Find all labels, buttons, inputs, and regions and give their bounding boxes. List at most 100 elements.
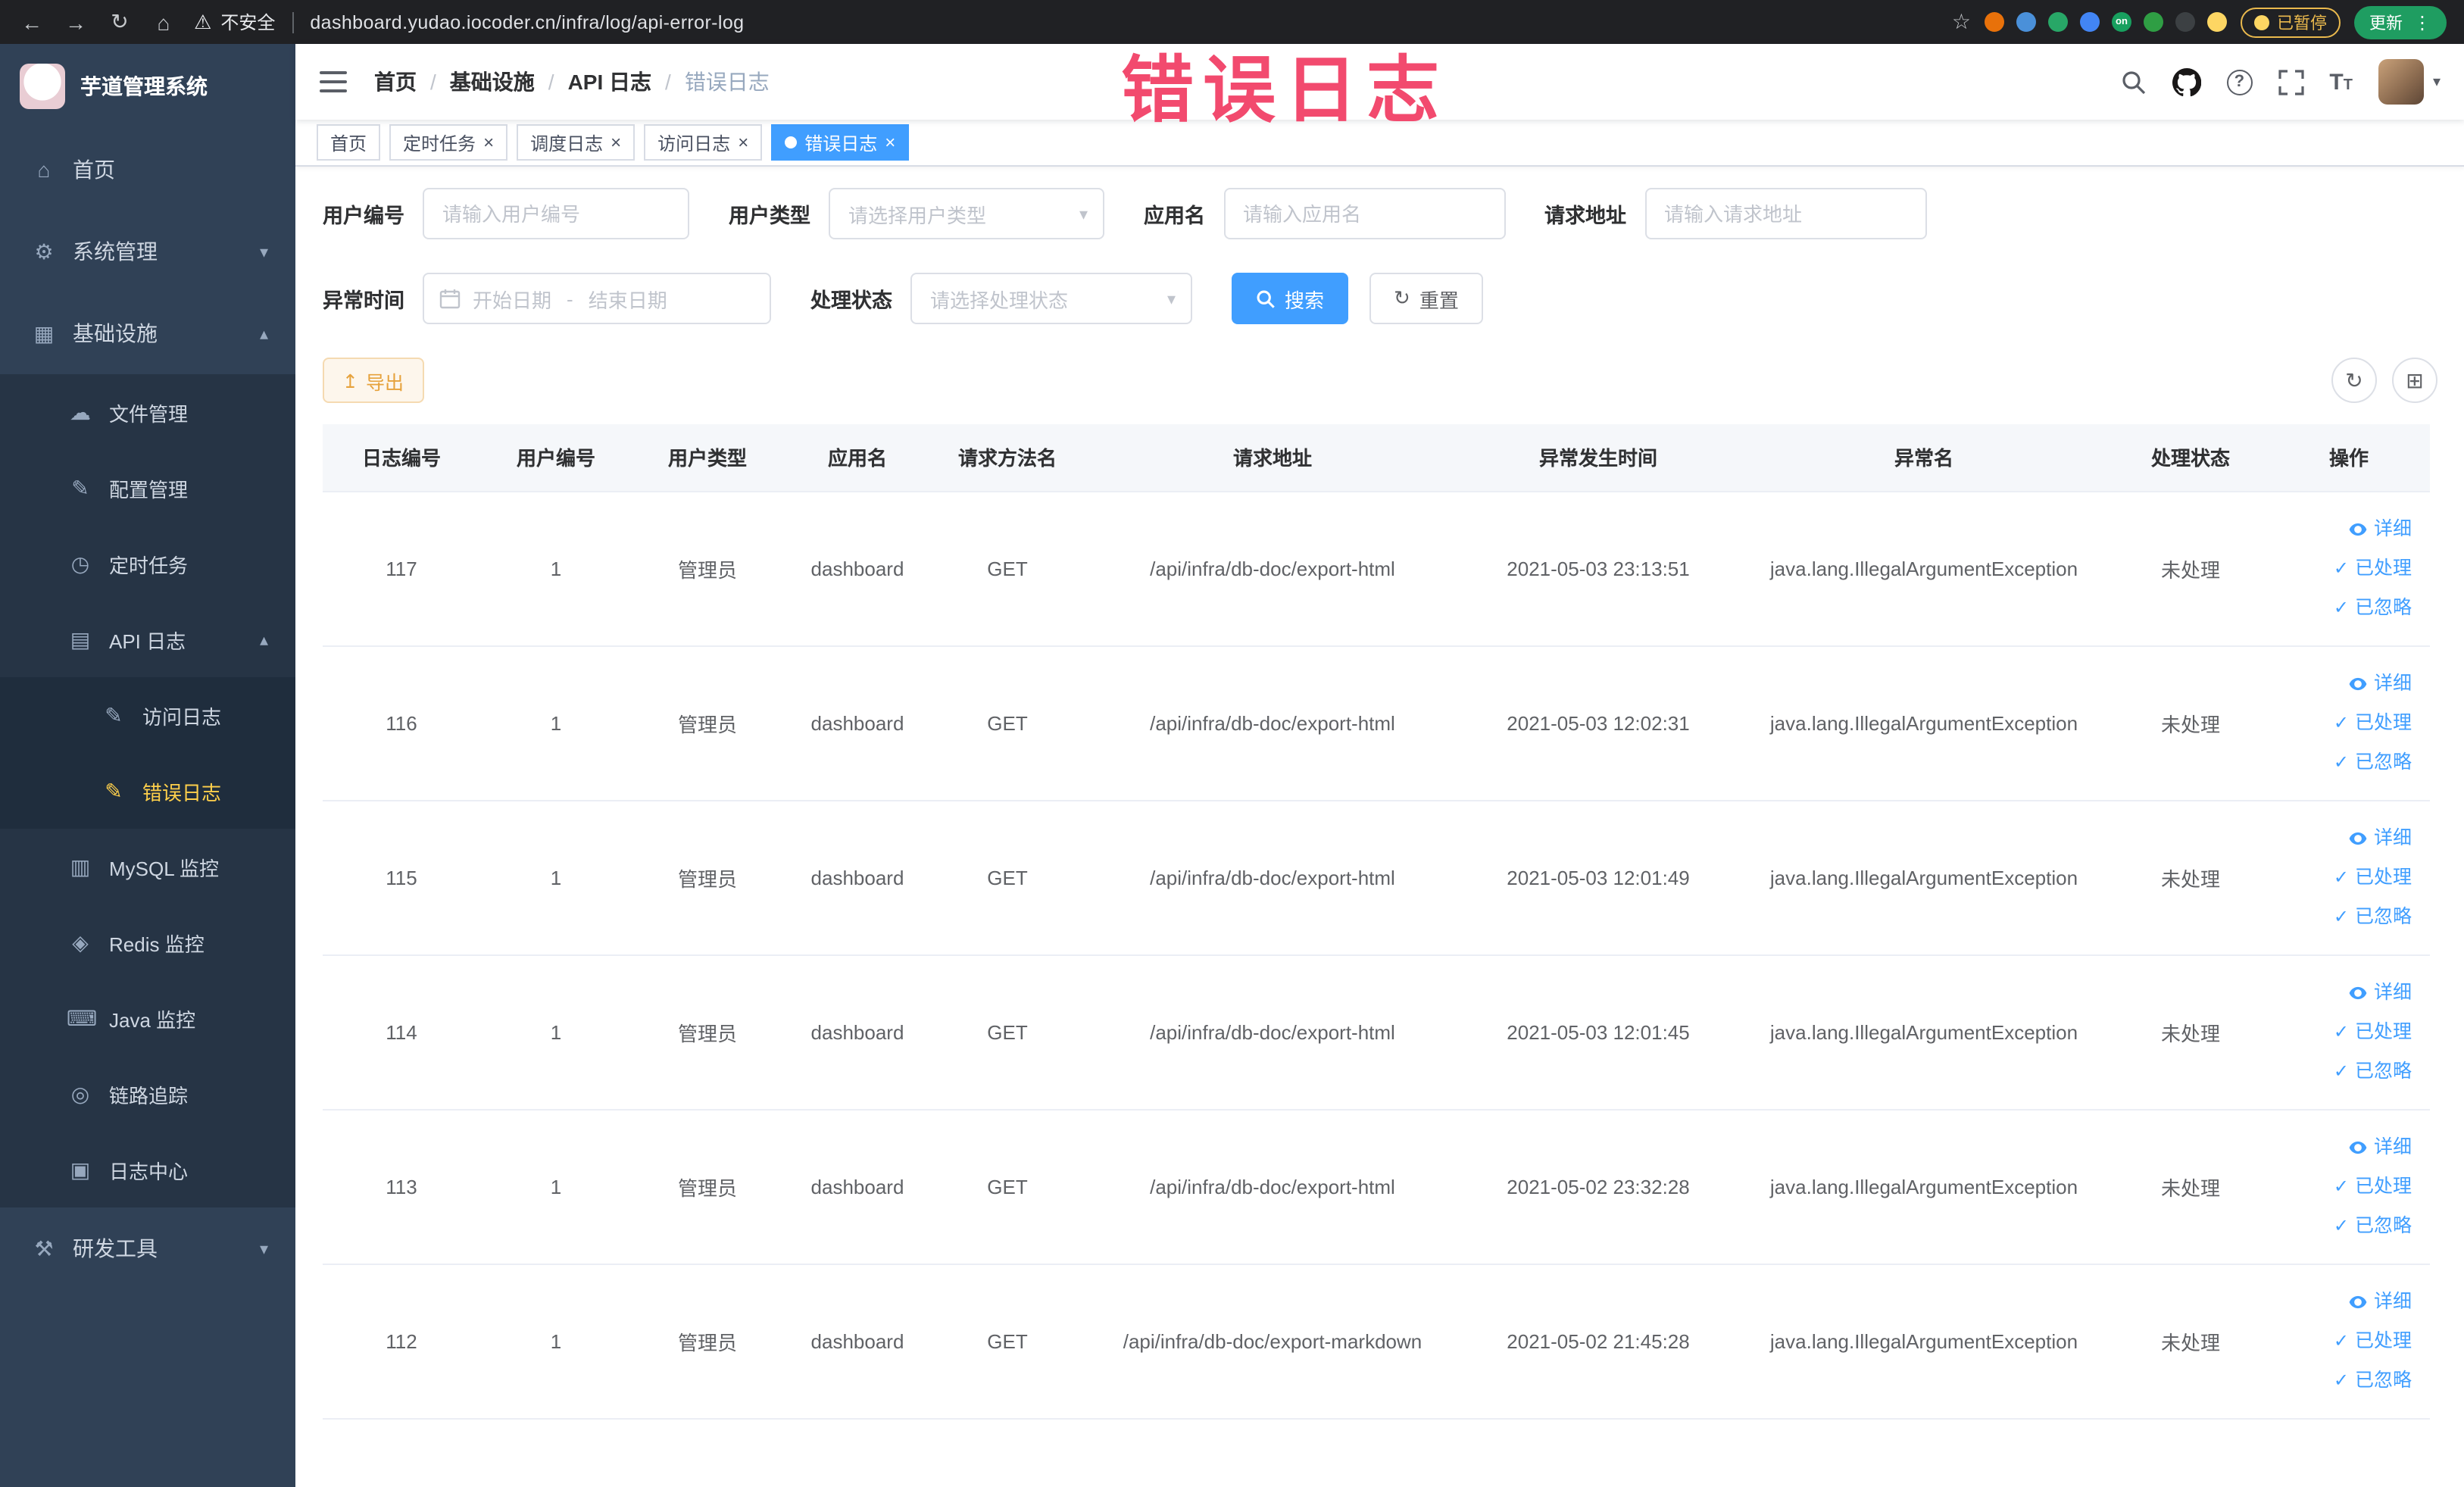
close-icon[interactable]: × — [611, 133, 621, 152]
detail-link[interactable]: 详细 — [2268, 973, 2412, 1012]
breadcrumb-item[interactable]: API 日志 — [568, 67, 651, 97]
sidebar-item-redis-monitor[interactable]: ◈ Redis 监控 — [0, 904, 295, 980]
sidebar-item-api-log[interactable]: ▤ API 日志 ▴ — [0, 601, 295, 677]
github-icon[interactable] — [2172, 67, 2201, 96]
extension-icon[interactable]: on — [2112, 12, 2131, 32]
search-icon — [1256, 289, 1276, 308]
sidebar-item-home[interactable]: ⌂ 首页 — [0, 129, 295, 211]
bookmark-star-icon[interactable]: ☆ — [1952, 9, 1971, 35]
site-security[interactable]: ⚠ 不安全 — [194, 9, 275, 35]
extension-icon[interactable] — [2016, 12, 2036, 32]
mark-processed-link[interactable]: ✓ 已处理 — [2268, 1321, 2412, 1360]
sidebar-item-file-mgmt[interactable]: ☁ 文件管理 — [0, 374, 295, 450]
mark-ignored-link[interactable]: ✓ 已忽略 — [2268, 742, 2412, 782]
cell-app: dashboard — [783, 954, 932, 1110]
cell-status: 未处理 — [2113, 1264, 2268, 1419]
fullscreen-icon[interactable] — [2278, 69, 2303, 95]
mark-processed-link[interactable]: ✓ 已处理 — [2268, 858, 2412, 897]
extension-icon[interactable] — [2175, 12, 2195, 32]
hamburger-icon[interactable] — [320, 71, 347, 92]
sidebar-item-java-monitor[interactable]: ⌨ Java 监控 — [0, 980, 295, 1056]
mark-ignored-link[interactable]: ✓ 已忽略 — [2268, 1360, 2412, 1400]
mark-processed-link[interactable]: ✓ 已处理 — [2268, 1167, 2412, 1206]
back-icon[interactable]: ← — [18, 10, 45, 34]
viewport: ← → ↻ ⌂ ⚠ 不安全 dashboard.yudao.iocoder.cn… — [0, 0, 2464, 1487]
doc-icon: ▤ — [70, 626, 91, 651]
extension-icon[interactable] — [2048, 12, 2068, 32]
close-icon[interactable]: × — [885, 133, 895, 152]
breadcrumb-item[interactable]: 首页 — [374, 67, 417, 97]
filter-app-name: 应用名 — [1144, 188, 1505, 239]
sidebar-item-error-log[interactable]: ✎ 错误日志 — [0, 753, 295, 829]
forward-icon[interactable]: → — [62, 10, 89, 34]
extension-icon[interactable] — [2080, 12, 2100, 32]
detail-link[interactable]: 详细 — [2268, 1127, 2412, 1167]
divider — [292, 11, 294, 33]
extension-icon[interactable] — [1985, 12, 2004, 32]
mark-processed-link[interactable]: ✓ 已处理 — [2268, 1012, 2412, 1051]
font-size-icon[interactable]: TT — [2329, 69, 2353, 95]
update-button[interactable]: 更新 ⋮ — [2354, 5, 2447, 39]
close-icon[interactable]: × — [738, 133, 748, 152]
chevron-down-icon: ▾ — [1079, 205, 1088, 223]
mark-processed-link[interactable]: ✓ 已处理 — [2268, 703, 2412, 742]
mark-ignored-link[interactable]: ✓ 已忽略 — [2268, 897, 2412, 936]
date-range-picker[interactable]: 开始日期 - 结束日期 — [423, 273, 771, 324]
user-menu[interactable]: ▾ — [2378, 59, 2441, 105]
sidebar-item-trace[interactable]: ◎ 链路追踪 — [0, 1056, 295, 1132]
end-date-placeholder: 结束日期 — [588, 289, 667, 311]
detail-link[interactable]: 详细 — [2268, 664, 2412, 703]
sidebar-item-system-mgmt[interactable]: ⚙ 系统管理 ▾ — [0, 211, 295, 292]
mark-ignored-link[interactable]: ✓ 已忽略 — [2268, 1206, 2412, 1245]
sidebar-item-cron-job[interactable]: ◷ 定时任务 — [0, 526, 295, 601]
extension-icon[interactable] — [2144, 12, 2163, 32]
column-settings-icon[interactable]: ⊞ — [2392, 358, 2437, 403]
app-name-input[interactable] — [1223, 188, 1505, 239]
tab-error-log[interactable]: 错误日志 × — [771, 124, 910, 161]
kebab-menu-icon[interactable]: ⋮ — [2413, 11, 2431, 33]
mark-ignored-link[interactable]: ✓ 已忽略 — [2268, 1051, 2412, 1091]
chevron-down-icon: ▾ — [1166, 290, 1176, 308]
help-icon[interactable]: ? — [2226, 69, 2253, 95]
tab-home[interactable]: 首页 — [317, 124, 381, 161]
user-type-select[interactable]: 请选择用户类型 ▾ — [829, 188, 1104, 239]
mark-ignored-link[interactable]: ✓ 已忽略 — [2268, 588, 2412, 627]
search-icon[interactable] — [2120, 69, 2146, 95]
sidebar-item-dev-tools[interactable]: ⚒ 研发工具 ▾ — [0, 1207, 295, 1289]
sidebar-item-infrastructure[interactable]: ▦ 基础设施 ▴ — [0, 292, 295, 374]
breadcrumb-item[interactable]: 基础设施 — [450, 67, 535, 97]
sidebar-item-log-center[interactable]: ▣ 日志中心 — [0, 1132, 295, 1207]
main-area: 首页 / 基础设施 / API 日志 / 错误日志 ? TT ▾ 首页 定时任务… — [295, 44, 2464, 1487]
search-button[interactable]: 搜索 — [1232, 273, 1349, 324]
address-bar[interactable]: dashboard.yudao.iocoder.cn/infra/log/api… — [310, 11, 744, 33]
refresh-table-icon[interactable]: ↻ — [2331, 358, 2377, 403]
sidebar-item-config-mgmt[interactable]: ✎ 配置管理 — [0, 450, 295, 526]
close-icon[interactable]: × — [483, 133, 494, 152]
reload-icon[interactable]: ↻ — [106, 9, 133, 35]
mark-processed-link[interactable]: ✓ 已处理 — [2268, 548, 2412, 588]
cell-url: /api/infra/db-doc/export-html — [1083, 491, 1462, 646]
start-date-placeholder: 开始日期 — [473, 289, 552, 311]
cell-exception: java.lang.IllegalArgumentException — [1735, 1264, 2113, 1419]
user-id-input[interactable] — [423, 188, 689, 239]
cell-time: 2021-05-03 12:01:45 — [1462, 954, 1735, 1110]
detail-link[interactable]: 详细 — [2268, 509, 2412, 548]
reset-button[interactable]: ↻ 重置 — [1369, 273, 1483, 324]
detail-link[interactable]: 详细 — [2268, 1282, 2412, 1321]
sidebar-logo[interactable]: 芋道管理系统 — [0, 44, 295, 129]
home-icon[interactable]: ⌂ — [150, 10, 177, 34]
check-icon: ✓ — [2333, 867, 2349, 888]
sidebar-item-access-log[interactable]: ✎ 访问日志 — [0, 677, 295, 753]
process-status-select[interactable]: 请选择处理状态 ▾ — [910, 273, 1192, 324]
profile-icon[interactable] — [2207, 12, 2227, 32]
sidebar-item-mysql-monitor[interactable]: ▥ MySQL 监控 — [0, 829, 295, 904]
cell-method: GET — [932, 491, 1083, 646]
tab-schedule-log[interactable]: 调度日志 × — [517, 124, 636, 161]
export-button[interactable]: ↥ 导出 — [323, 358, 423, 403]
tab-access-log[interactable]: 访问日志 × — [644, 124, 763, 161]
paused-badge[interactable]: 已暂停 — [2241, 7, 2341, 37]
detail-link[interactable]: 详细 — [2268, 818, 2412, 858]
request-url-input[interactable] — [1644, 188, 1926, 239]
cell-user_id: 1 — [480, 1109, 632, 1264]
tab-cron-job[interactable]: 定时任务 × — [389, 124, 508, 161]
